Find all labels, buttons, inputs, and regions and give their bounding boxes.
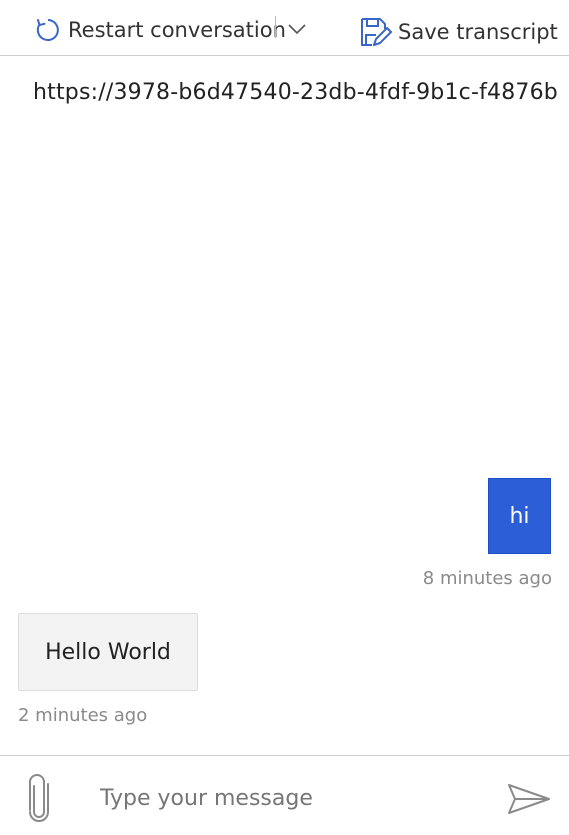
chevron-down-icon[interactable] bbox=[286, 18, 308, 40]
user-message-timestamp: 8 minutes ago bbox=[422, 568, 552, 589]
bot-message-bubble: Hello World bbox=[18, 613, 198, 691]
toolbar-divider bbox=[275, 16, 276, 38]
bot-message-timestamp: 2 minutes ago bbox=[18, 705, 148, 726]
toolbar: Restart conversation Save transcript bbox=[0, 0, 569, 56]
message-url-text[interactable]: https://3978-b6d47540-23db-4fdf-9b1c-f48… bbox=[33, 80, 558, 105]
input-bar bbox=[0, 755, 569, 835]
user-message-bubble: hi bbox=[488, 478, 551, 554]
message-input[interactable] bbox=[100, 778, 480, 818]
save-icon bbox=[361, 18, 392, 46]
bot-message-text: Hello World bbox=[45, 639, 171, 665]
user-message-text: hi bbox=[509, 503, 530, 529]
paperclip-icon[interactable] bbox=[26, 774, 52, 822]
webchat-window: Restart conversation Save transcript htt… bbox=[0, 0, 569, 835]
send-icon[interactable] bbox=[506, 782, 552, 816]
save-transcript-label: Save transcript bbox=[398, 20, 558, 44]
restart-conversation-button[interactable]: Restart conversation bbox=[34, 14, 286, 46]
restart-conversation-label: Restart conversation bbox=[68, 18, 286, 42]
save-transcript-button[interactable]: Save transcript bbox=[360, 16, 558, 48]
restart-icon bbox=[36, 19, 59, 41]
